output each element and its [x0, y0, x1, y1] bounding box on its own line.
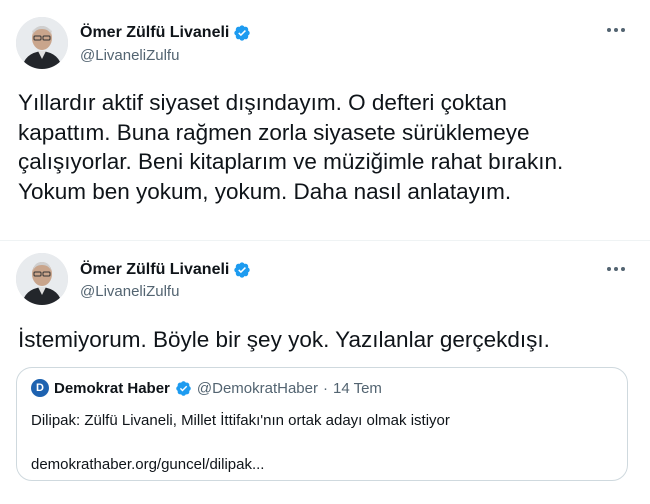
quoted-tweet-text: Dilipak: Zülfü Livaneli, Millet İttifakı… — [31, 412, 450, 429]
quoted-tweet-date[interactable]: 14 Tem — [333, 380, 382, 397]
verified-badge-icon — [234, 262, 251, 278]
quoted-tweet-link[interactable]: demokrathaber.org/guncel/dilipak... — [31, 456, 264, 473]
tweet-2: Ömer Zülfü Livaneli @LivaneliZulfu İstem… — [0, 241, 650, 504]
quoted-author-name[interactable]: Demokrat Haber — [54, 380, 170, 397]
author-name[interactable]: Ömer Zülfü Livaneli — [80, 24, 251, 42]
separator-dot: · — [323, 379, 328, 397]
author-name-text[interactable]: Ömer Zülfü Livaneli — [80, 24, 229, 42]
quoted-author-handle[interactable]: @DemokratHaber — [197, 380, 318, 397]
author-handle[interactable]: @LivaneliZulfu — [80, 283, 179, 300]
quoted-author-avatar[interactable]: D — [31, 379, 49, 397]
author-handle[interactable]: @LivaneliZulfu — [80, 47, 179, 64]
more-options-button[interactable] — [604, 20, 628, 40]
tweet-text: Yıllardır aktif siyaset dışındayım. O de… — [18, 90, 564, 204]
author-avatar[interactable] — [16, 17, 68, 69]
verified-badge-icon — [234, 25, 251, 41]
more-dots-icon — [607, 267, 625, 271]
tweet-text: İstemiyorum. Böyle bir şey yok. Yazılanl… — [18, 327, 550, 352]
quoted-tweet-header: D Demokrat Haber @DemokratHaber · 14 Tem — [31, 379, 382, 397]
author-name-text[interactable]: Ömer Zülfü Livaneli — [80, 261, 229, 279]
tweet-1: Ömer Zülfü Livaneli @LivaneliZulfu Yılla… — [0, 0, 650, 241]
more-dots-icon — [607, 28, 625, 32]
more-options-button[interactable] — [604, 259, 628, 279]
author-name[interactable]: Ömer Zülfü Livaneli — [80, 261, 251, 279]
author-avatar[interactable] — [16, 253, 68, 305]
verified-badge-icon — [176, 380, 191, 396]
quoted-tweet[interactable]: D Demokrat Haber @DemokratHaber · 14 Tem… — [16, 367, 628, 481]
